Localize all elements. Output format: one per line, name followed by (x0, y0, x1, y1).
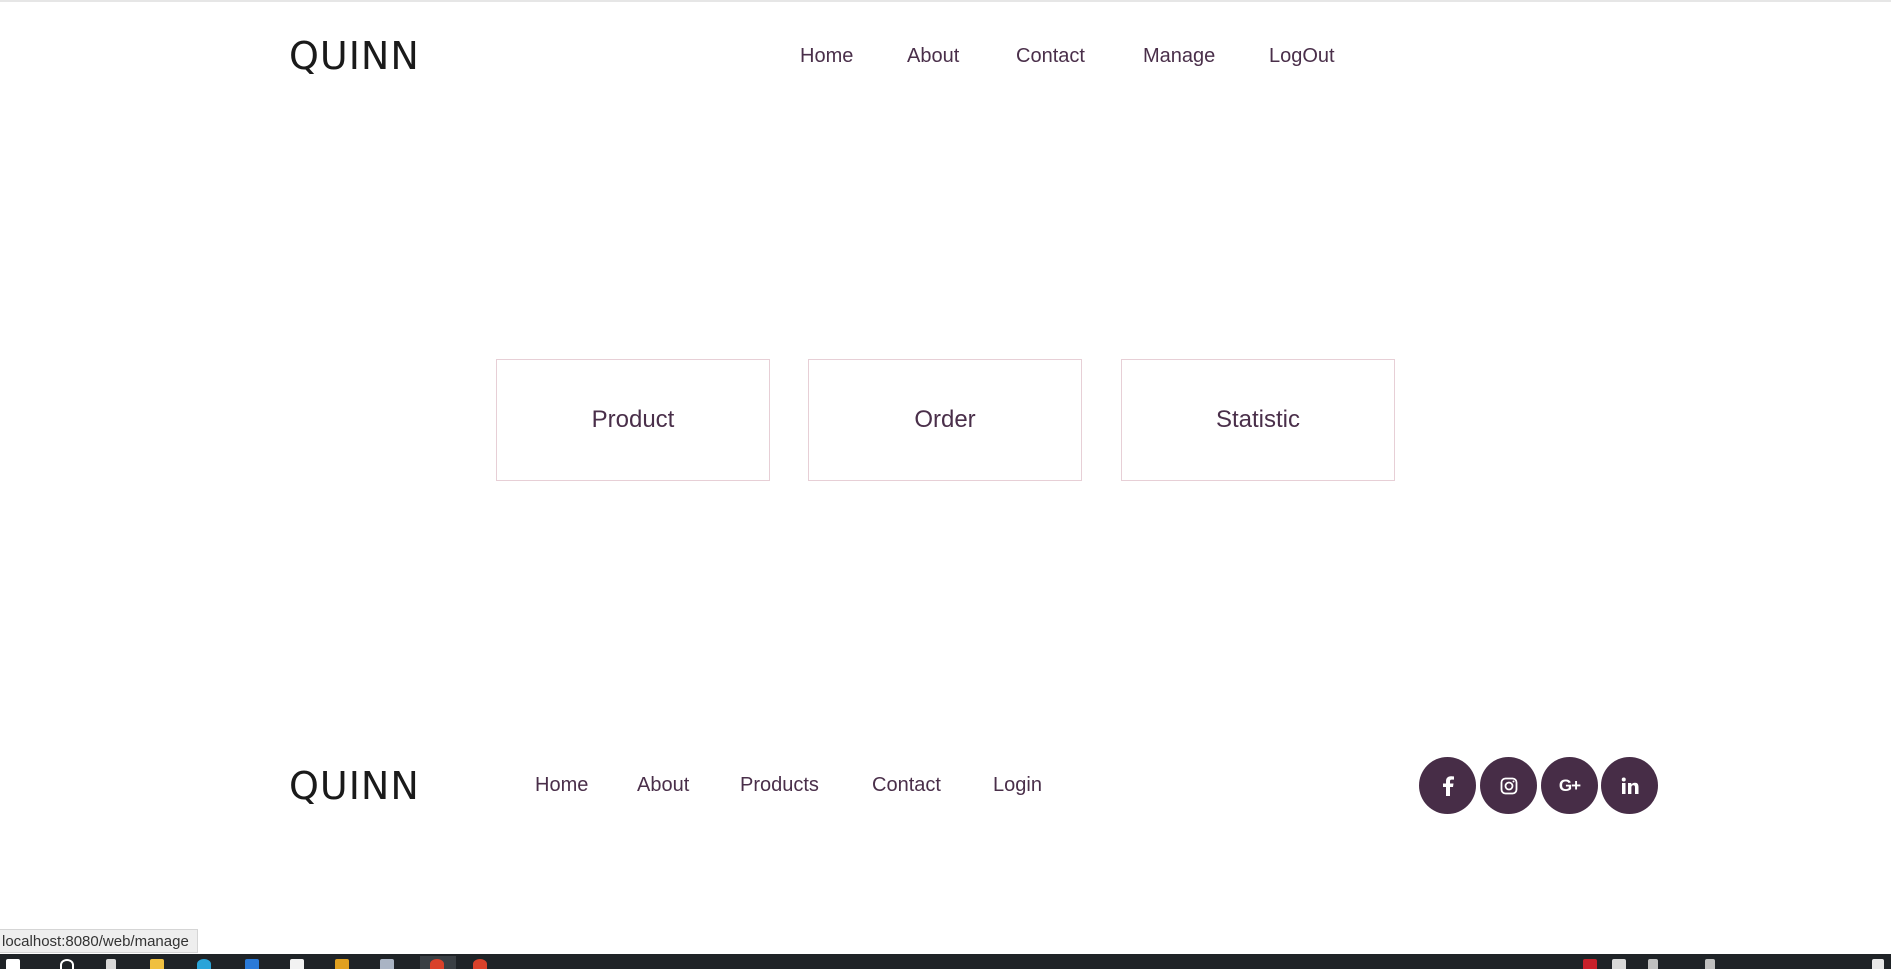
task-view-icon[interactable] (106, 959, 116, 969)
folder-icon[interactable] (335, 959, 349, 969)
facebook-icon (1442, 775, 1454, 796)
chrome-icon[interactable] (473, 959, 487, 969)
tray-icon[interactable] (1612, 959, 1626, 969)
chrome-icon (430, 959, 444, 969)
tray-icon[interactable] (1583, 959, 1597, 969)
instagram-button[interactable] (1480, 757, 1537, 814)
vscode-icon[interactable] (245, 959, 259, 969)
footer-link-home[interactable]: Home (535, 771, 588, 799)
windows-start-icon[interactable] (6, 959, 20, 969)
footer-link-products[interactable]: Products (740, 771, 819, 799)
footer-link-login[interactable]: Login (993, 771, 1042, 799)
network-icon[interactable] (1648, 959, 1658, 969)
google-plus-icon: G+ (1558, 775, 1581, 795)
status-bar-url: localhost:8080/web/manage (0, 929, 198, 953)
app-icon[interactable] (290, 959, 304, 969)
file-explorer-icon[interactable] (150, 959, 164, 969)
nav-about[interactable]: About (907, 42, 959, 70)
google-plus-button[interactable]: G+ (1541, 757, 1598, 814)
facebook-button[interactable] (1419, 757, 1476, 814)
nav-home[interactable]: Home (800, 42, 853, 70)
taskbar (0, 954, 1891, 971)
nav-contact[interactable]: Contact (1016, 42, 1085, 70)
order-card[interactable]: Order (808, 359, 1082, 481)
search-icon[interactable] (60, 959, 74, 971)
header-logo[interactable]: QUINN (289, 36, 420, 76)
edge-icon[interactable] (197, 959, 211, 969)
nav-manage[interactable]: Manage (1143, 42, 1215, 70)
linkedin-button[interactable] (1601, 757, 1658, 814)
footer-link-contact[interactable]: Contact (872, 771, 941, 799)
footer-link-about[interactable]: About (637, 771, 689, 799)
app-icon[interactable] (380, 959, 394, 969)
instagram-icon (1500, 777, 1517, 794)
statistic-card[interactable]: Statistic (1121, 359, 1395, 481)
linkedin-icon (1621, 777, 1638, 794)
volume-icon[interactable] (1705, 959, 1715, 969)
product-card[interactable]: Product (496, 359, 770, 481)
nav-logout[interactable]: LogOut (1269, 42, 1335, 70)
notification-icon[interactable] (1872, 959, 1884, 969)
top-border (0, 0, 1891, 2)
footer-logo[interactable]: QUINN (289, 766, 420, 806)
